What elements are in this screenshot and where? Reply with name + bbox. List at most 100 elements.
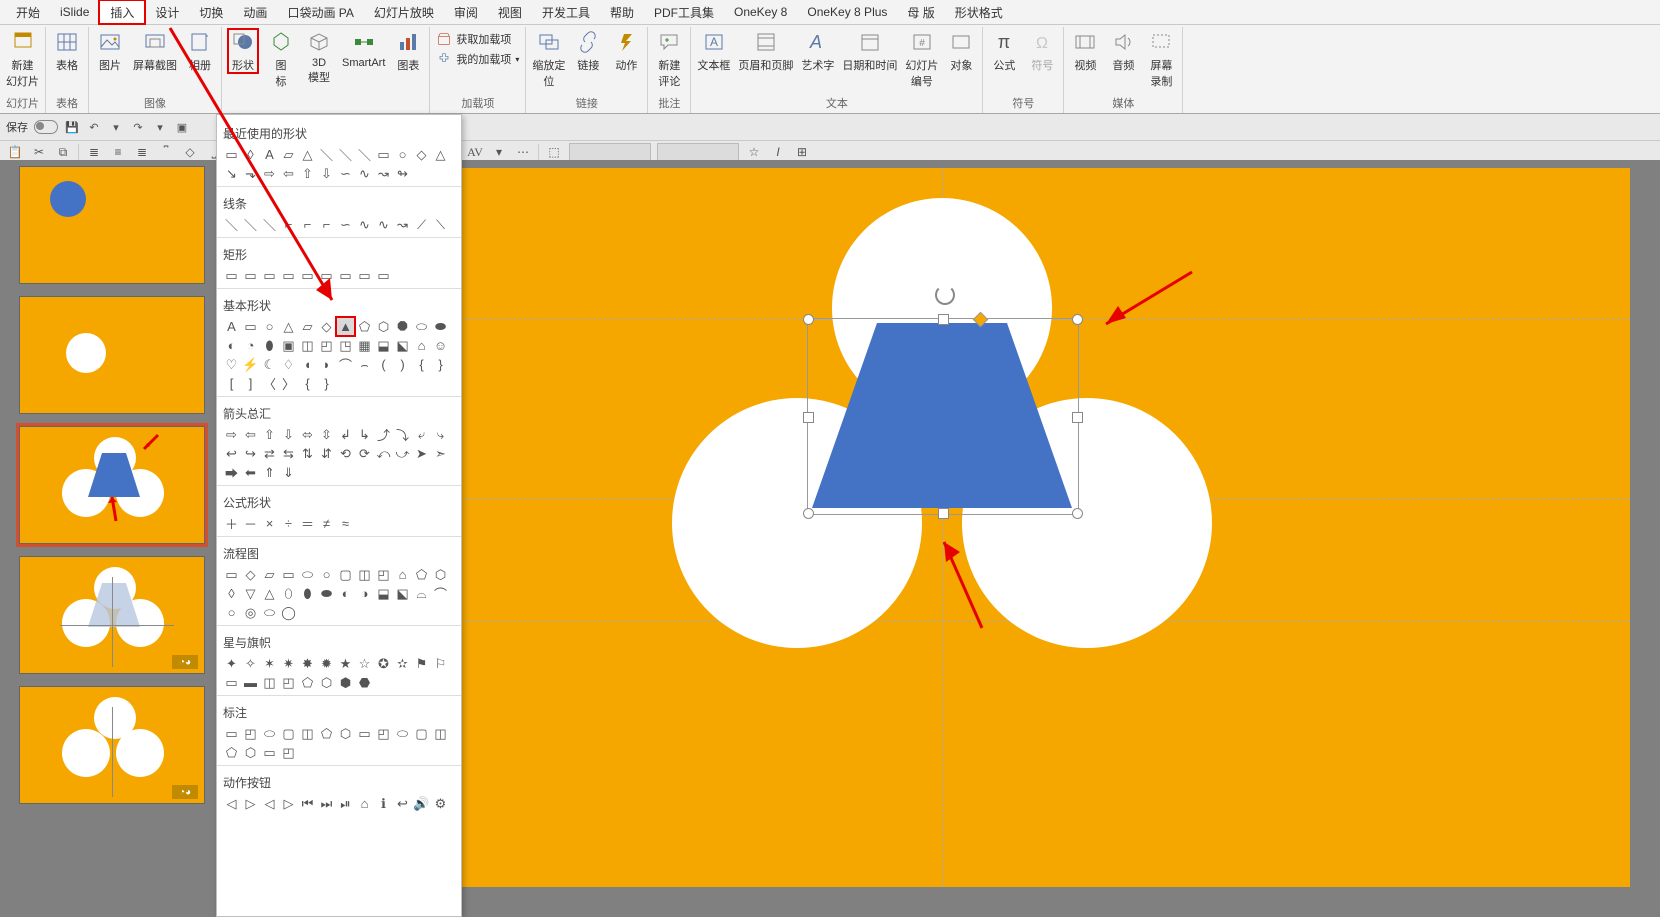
screenshot-button[interactable]: 屏幕截图 — [133, 29, 177, 73]
shape-option[interactable]: ➤ — [413, 445, 430, 462]
shape-option[interactable]: ⬠ — [223, 744, 240, 761]
undo-icon[interactable]: ↶ — [86, 119, 102, 135]
shape-option[interactable]: ⤵ — [394, 426, 411, 443]
shape-option[interactable]: ⬅ — [242, 464, 259, 481]
shape-option[interactable]: ⌐ — [318, 216, 335, 233]
shape-option[interactable]: ♡ — [223, 356, 240, 373]
tab-onekey8[interactable]: OneKey 8 — [724, 2, 797, 22]
size-input[interactable] — [569, 143, 651, 161]
shapes-dropdown[interactable]: 最近使用的形状 ▭◊A▱△＼＼＼▭○◇△↘⬎⇨⇦⇧⇩∽∿↝↬ 线条 ＼＼＼⌐⌐⌐… — [216, 114, 462, 917]
thumbnail-5[interactable]: ◔◕ — [19, 686, 205, 804]
autosave-toggle[interactable] — [34, 120, 58, 134]
tab-islide[interactable]: iSlide — [50, 2, 99, 22]
shape-option[interactable]: ⬬ — [318, 585, 335, 602]
shape-option[interactable]: ⬭ — [261, 725, 278, 742]
shape-option[interactable]: ⌢ — [356, 356, 373, 373]
shape-option[interactable]: ≠ — [318, 515, 335, 532]
shape-option[interactable]: ○ — [318, 566, 335, 583]
rotation-handle[interactable] — [935, 285, 955, 305]
shape-option[interactable]: ▦ — [356, 337, 373, 354]
get-addins-button[interactable]: 获取加载项 — [436, 31, 519, 47]
shape-option[interactable]: ⏯ — [337, 795, 354, 812]
shape-option[interactable]: ⌂ — [413, 337, 430, 354]
shape-option[interactable]: ⟋ — [413, 216, 430, 233]
shape-option[interactable]: ∿ — [375, 216, 392, 233]
shape-option[interactable]: △ — [299, 146, 316, 163]
shape-option[interactable]: ◇ — [242, 566, 259, 583]
align-top-icon[interactable]: ⎴ — [157, 143, 175, 161]
shape-option[interactable]: ⇳ — [318, 426, 335, 443]
shape-option[interactable]: ⇧ — [299, 165, 316, 182]
chart-button[interactable]: 图表 — [393, 29, 423, 73]
object-button[interactable]: 对象 — [946, 29, 976, 73]
shape-option[interactable]: ＼ — [223, 216, 240, 233]
shape-option[interactable]: ▭ — [223, 566, 240, 583]
shape-option[interactable]: ⬕ — [394, 585, 411, 602]
shape-option[interactable]: ⟍ — [432, 216, 449, 233]
shape-option[interactable]: ⇩ — [318, 165, 335, 182]
paste-icon[interactable]: 📋 — [6, 143, 24, 161]
shape-option[interactable]: ◊ — [242, 146, 259, 163]
icons-button[interactable]: 图 标 — [266, 29, 296, 89]
shape-option[interactable]: ○ — [261, 318, 278, 335]
shape-option[interactable]: ⬓ — [375, 337, 392, 354]
shape-option[interactable]: ℹ — [375, 795, 392, 812]
shape-option[interactable]: ◰ — [242, 725, 259, 742]
shape-option[interactable]: ⬮ — [261, 337, 278, 354]
shape-option[interactable]: ⬯ — [280, 585, 297, 602]
shape-option[interactable]: ✹ — [318, 655, 335, 672]
shape-option[interactable]: ⬄ — [299, 426, 316, 443]
shape-option[interactable]: ⟲ — [337, 445, 354, 462]
handle-w[interactable] — [803, 412, 814, 423]
zoom-button[interactable]: 缩放定 位 — [532, 29, 565, 89]
shape-option[interactable]: ⇦ — [242, 426, 259, 443]
shape-option[interactable]: ⤻ — [394, 445, 411, 462]
shape-option[interactable]: ⯃ — [394, 318, 411, 335]
chevron-down-icon[interactable]: ▾ — [490, 143, 508, 161]
shape-option[interactable]: ▭ — [261, 744, 278, 761]
shape-option[interactable]: ★ — [337, 655, 354, 672]
shape-option[interactable]: ▭ — [261, 267, 278, 284]
shape-option[interactable]: ➣ — [432, 445, 449, 462]
new-slide-button[interactable]: 新建 幻灯片 — [6, 29, 39, 89]
picture-button[interactable]: 图片 — [95, 29, 125, 73]
textbox-button[interactable]: A文本框 — [697, 29, 730, 73]
shape-option[interactable]: ⬎ — [242, 165, 259, 182]
thumbnail-2[interactable] — [19, 296, 205, 414]
shape-option[interactable]: ⇵ — [318, 445, 335, 462]
shape-option[interactable]: ▱ — [261, 566, 278, 583]
shape-option[interactable]: ⟳ — [356, 445, 373, 462]
tab-dev[interactable]: 开发工具 — [532, 1, 600, 24]
shape-option[interactable]: ÷ — [280, 515, 297, 532]
save-icon[interactable]: 💾 — [64, 119, 80, 135]
shape-option[interactable]: 〈 — [261, 375, 278, 392]
comment-button[interactable]: 新建 评论 — [654, 29, 684, 89]
datetime-button[interactable]: 日期和时间 — [842, 29, 897, 73]
table-button[interactable]: 表格 — [52, 29, 82, 73]
shape-option[interactable]: ↬ — [394, 165, 411, 182]
align-middle-icon[interactable]: ◇ — [181, 143, 199, 161]
shape-option[interactable]: ⬕ — [394, 337, 411, 354]
cut-icon[interactable]: ✂ — [30, 143, 48, 161]
shape-option[interactable]: ◫ — [356, 566, 373, 583]
shape-option[interactable]: ⬬ — [432, 318, 449, 335]
shape-option[interactable]: ⌓ — [413, 585, 430, 602]
shape-option[interactable]: ✪ — [375, 655, 392, 672]
align-center-icon[interactable]: ≡ — [109, 143, 127, 161]
shape-option[interactable]: △ — [432, 146, 449, 163]
shape-option[interactable]: ◰ — [375, 725, 392, 742]
shape-option[interactable]: ↝ — [375, 165, 392, 182]
shape-option[interactable]: ⇓ — [280, 464, 297, 481]
shape-option[interactable]: ☺ — [432, 337, 449, 354]
shape-option[interactable]: ⤺ — [375, 445, 392, 462]
shape-option[interactable]: ◁ — [223, 795, 240, 812]
shape-option[interactable]: ◰ — [375, 566, 392, 583]
slideshow-icon[interactable]: ▣ — [174, 119, 190, 135]
handle-s[interactable] — [938, 508, 949, 519]
shape-option[interactable]: ✫ — [394, 655, 411, 672]
shape-option[interactable]: ▭ — [318, 267, 335, 284]
shape-option[interactable]: ⬠ — [356, 318, 373, 335]
smartart-button[interactable]: SmartArt — [342, 29, 385, 69]
shape-option[interactable]: ◖ — [299, 356, 316, 373]
shape-option[interactable]: { — [413, 356, 430, 373]
